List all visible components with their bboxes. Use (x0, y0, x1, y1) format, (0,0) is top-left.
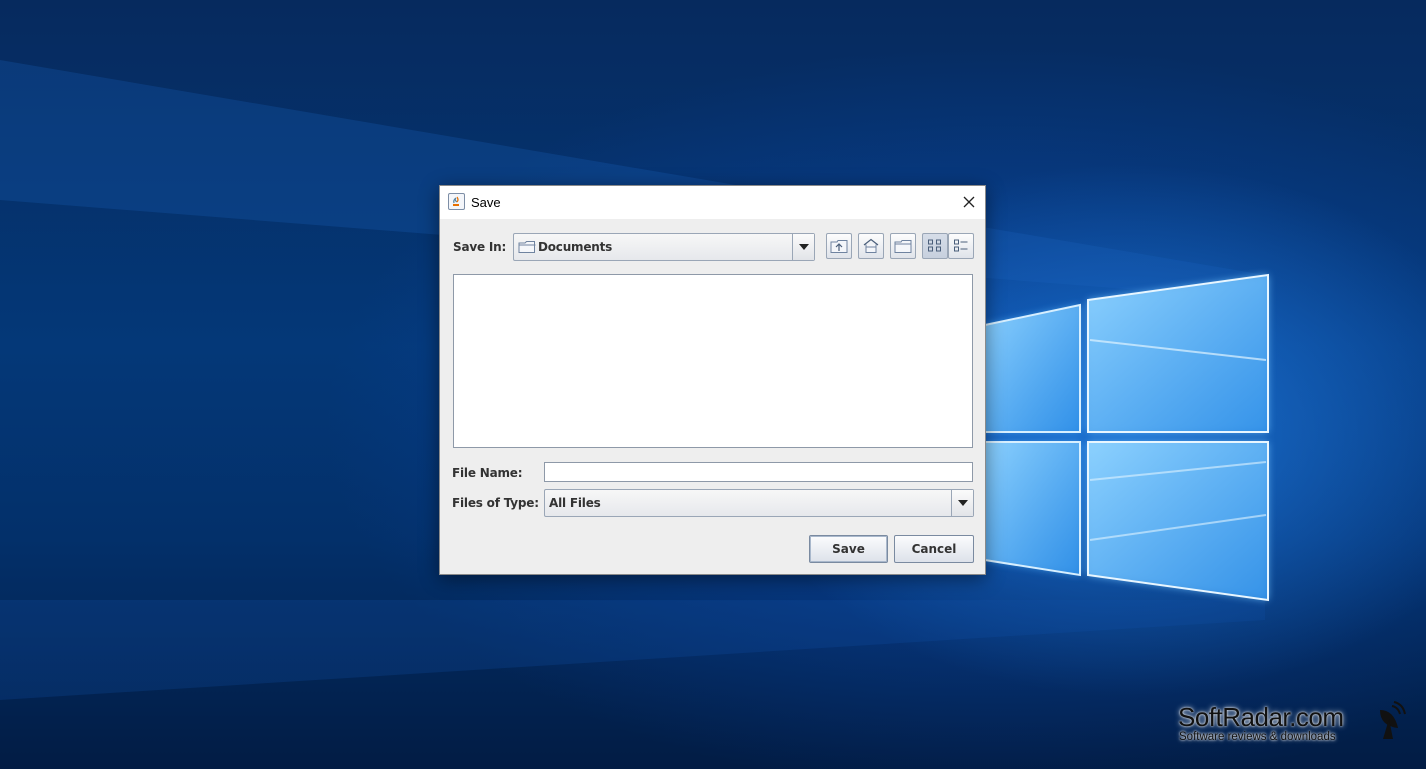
watermark-title: SoftRadar.com (1178, 702, 1344, 732)
details-view-button[interactable] (948, 233, 974, 259)
up-one-level-button[interactable] (826, 233, 852, 259)
files-of-type-value: All Files (549, 496, 601, 510)
watermark-subtitle: Software reviews & downloads (1179, 731, 1336, 743)
softradar-watermark: SoftRadar.com Software reviews & downloa… (1176, 700, 1416, 750)
new-folder-button[interactable] (890, 233, 916, 259)
home-icon (863, 238, 879, 253)
title-bar[interactable]: Save (440, 186, 985, 219)
files-of-type-combobox[interactable]: All Files (544, 489, 974, 517)
save-in-value: Documents (538, 240, 613, 254)
close-icon (963, 196, 975, 208)
save-in-dropdown-arrow[interactable] (792, 234, 814, 260)
up-one-level-icon (830, 240, 848, 253)
folder-icon (518, 241, 536, 253)
file-list-pane[interactable] (453, 274, 973, 448)
save-button[interactable]: Save (809, 535, 888, 563)
details-view-icon (954, 239, 968, 252)
save-dialog: Save Save In: Documents File Name: Files… (439, 185, 986, 575)
files-of-type-dropdown-arrow[interactable] (951, 490, 973, 516)
cancel-button[interactable]: Cancel (894, 535, 974, 563)
close-button[interactable] (952, 186, 986, 218)
chevron-down-icon (957, 500, 968, 506)
satellite-dish-icon (1380, 701, 1406, 739)
dialog-title: Save (471, 195, 501, 210)
new-folder-icon (894, 240, 912, 253)
file-name-input[interactable] (544, 462, 973, 482)
list-view-icon (928, 239, 941, 252)
files-of-type-label: Files of Type: (452, 496, 539, 510)
chevron-down-icon (798, 244, 809, 250)
home-button[interactable] (858, 233, 884, 259)
save-in-label: Save In: (453, 240, 507, 254)
save-in-combobox[interactable]: Documents (513, 233, 815, 261)
list-view-button[interactable] (922, 233, 948, 259)
java-cup-icon (448, 193, 465, 210)
file-name-label: File Name: (452, 466, 523, 480)
